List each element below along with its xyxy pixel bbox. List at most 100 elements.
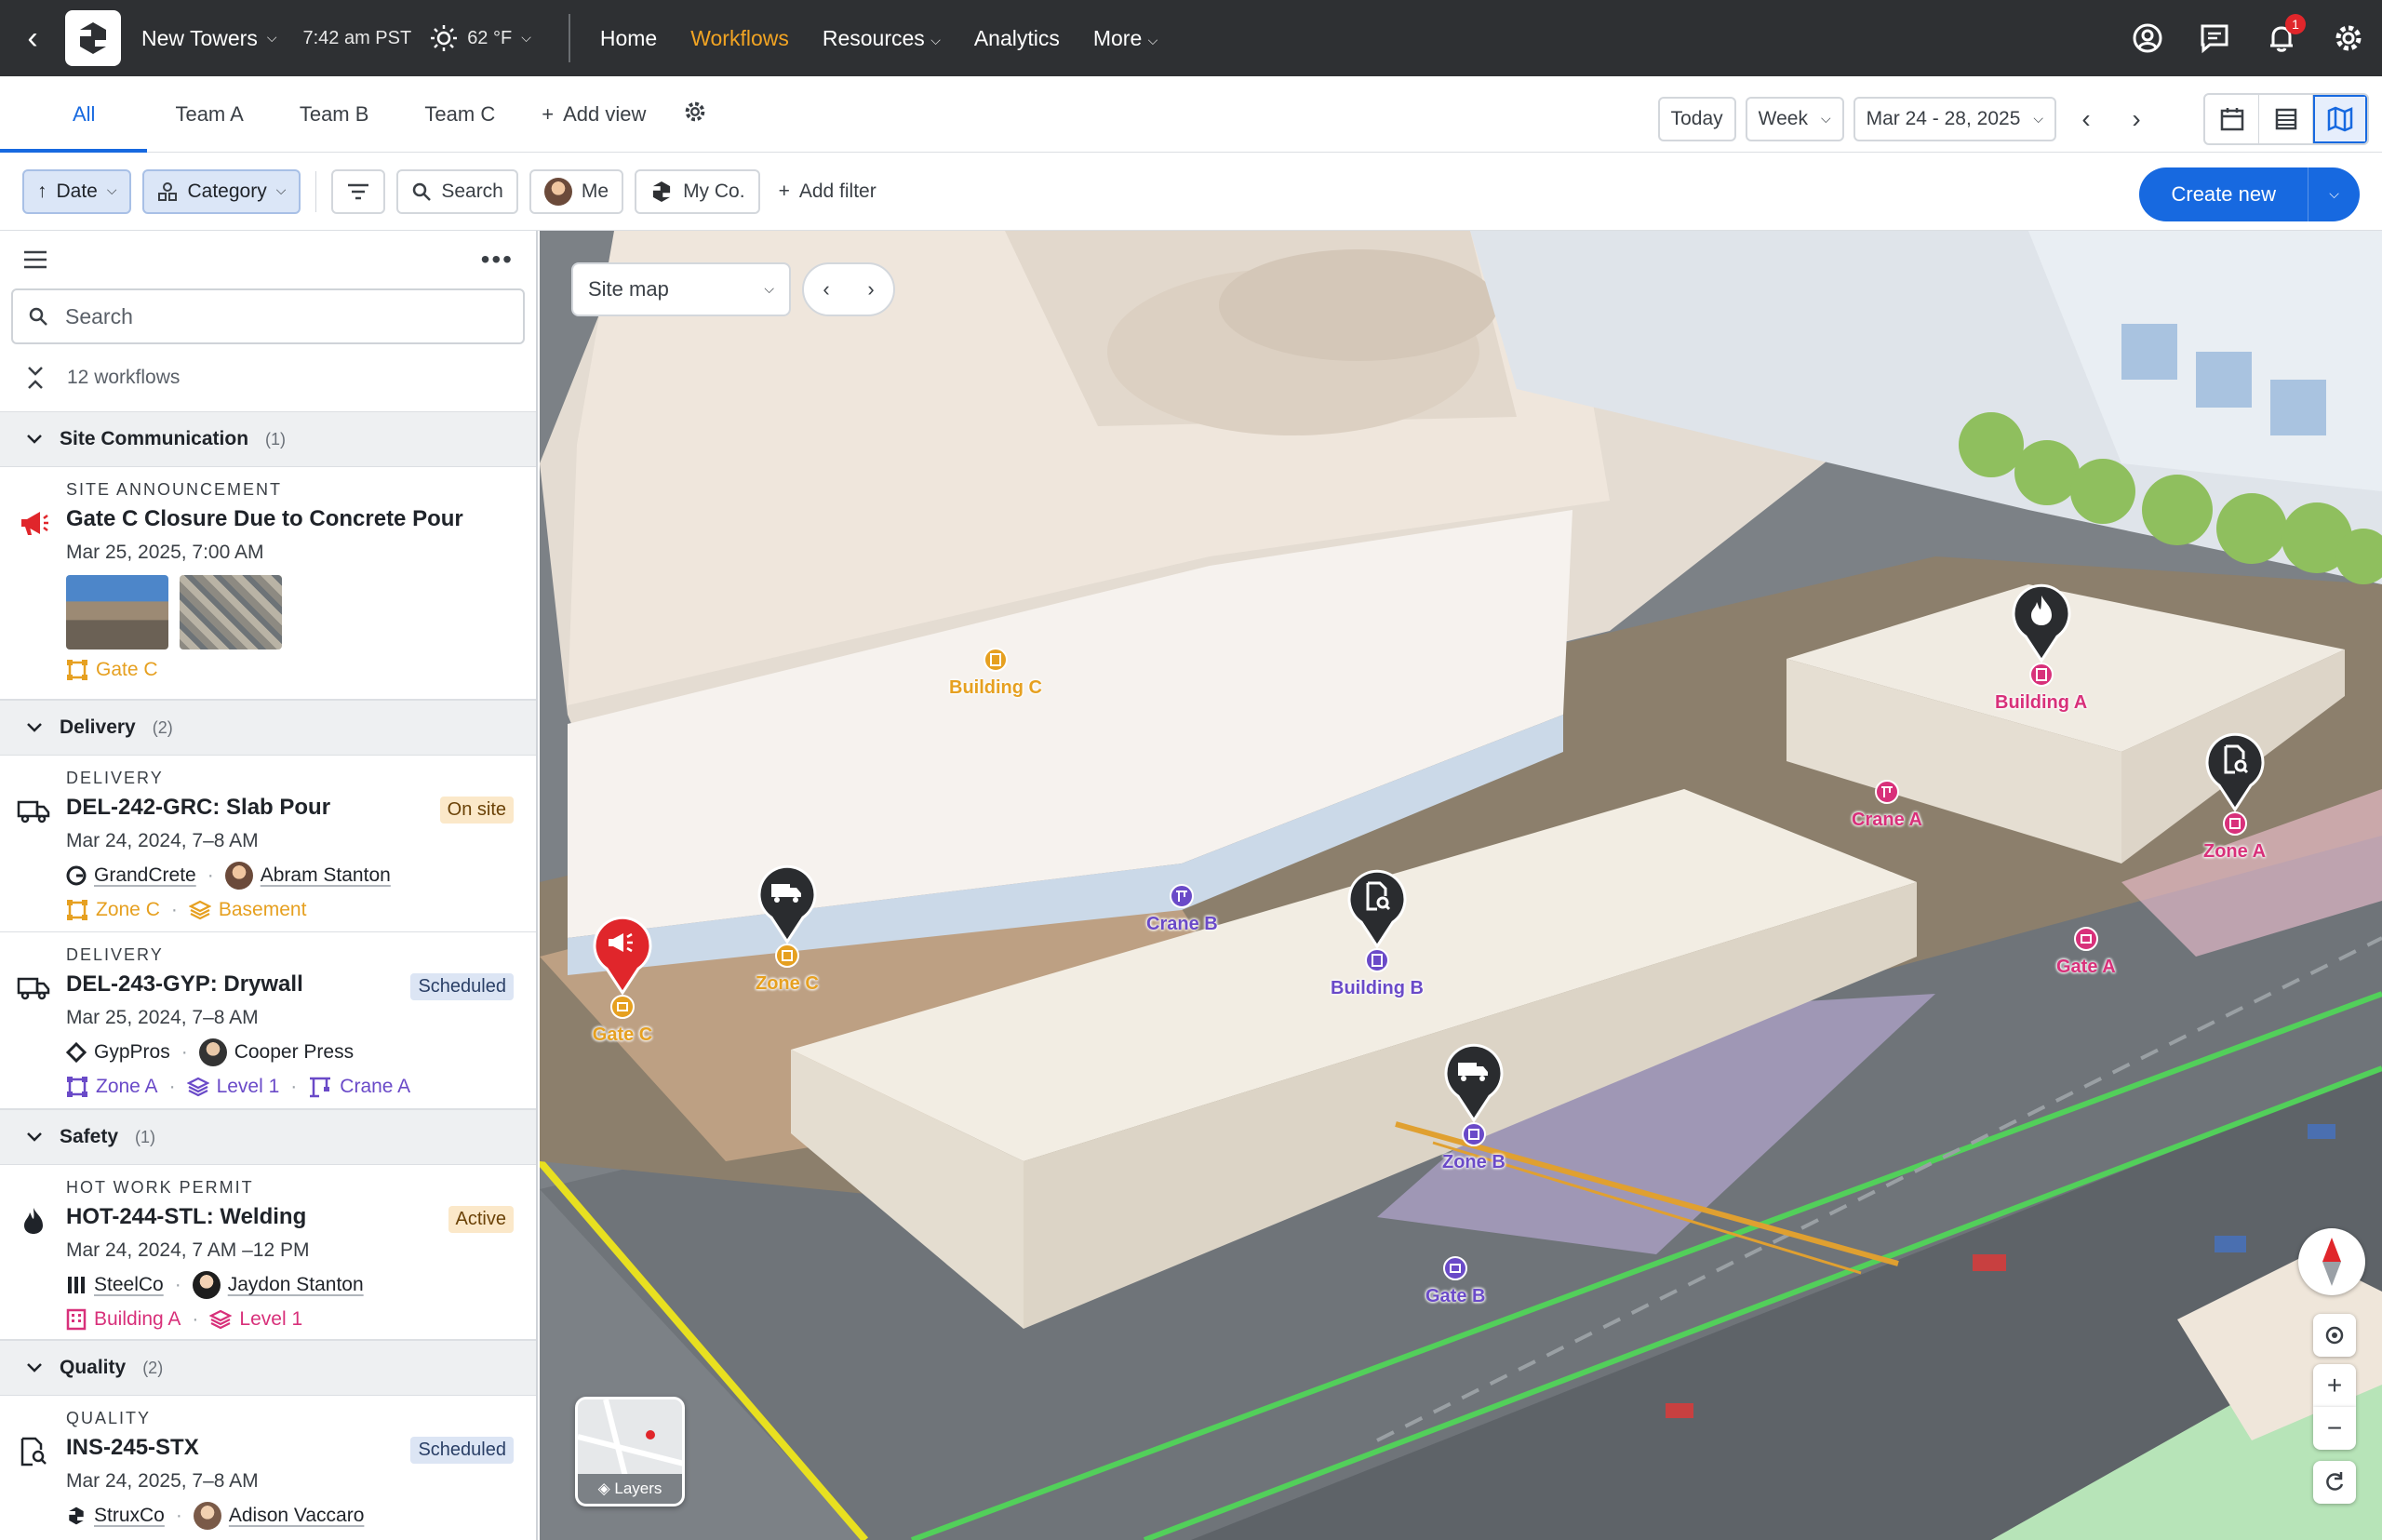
- marker-label: Building C: [949, 677, 1042, 698]
- filter-options-button[interactable]: [331, 168, 386, 214]
- company-link[interactable]: SteelCo: [94, 1274, 164, 1296]
- range-select[interactable]: Week ⌵: [1745, 97, 1844, 141]
- account-icon[interactable]: [2127, 18, 2168, 59]
- nav-more[interactable]: More ⌵: [1093, 26, 1158, 51]
- list-icon[interactable]: [2259, 95, 2313, 143]
- calendar-icon[interactable]: [2205, 95, 2259, 143]
- marker-building-a[interactable]: Building A: [1995, 583, 2087, 714]
- marker-label: Gate C: [592, 1024, 653, 1045]
- add-filter-button[interactable]: + Add filter: [779, 181, 877, 203]
- zoom-out-button[interactable]: −: [2313, 1407, 2356, 1450]
- list-item[interactable]: HOT WORK PERMIT HOT-244-STL: Welding Act…: [0, 1165, 536, 1340]
- marker-label: Building A: [1995, 692, 2088, 713]
- weather-selector[interactable]: 62 °F ⌵: [430, 24, 531, 52]
- chevron-down-icon: ⌵: [106, 182, 117, 197]
- group-delivery[interactable]: Delivery (2): [0, 700, 536, 756]
- date-controls: Today Week ⌵ Mar 24 - 28, 2025 ⌵ ‹ ›: [1657, 93, 2369, 145]
- company-filter[interactable]: My Co.: [635, 168, 760, 214]
- marker-zone-c[interactable]: Zone C: [756, 864, 819, 995]
- marker-gate-b[interactable]: Gate B: [1425, 1256, 1485, 1307]
- messages-icon[interactable]: [2194, 18, 2235, 59]
- app-logo[interactable]: [65, 10, 121, 66]
- marker-building-c[interactable]: Building C: [949, 648, 1042, 699]
- date-sort-filter[interactable]: ↑ Date ⌵: [22, 168, 132, 214]
- layers-button[interactable]: ◈ Layers: [575, 1397, 685, 1507]
- me-filter[interactable]: Me: [529, 168, 624, 214]
- marker-building-b[interactable]: Building B: [1331, 868, 1424, 999]
- next-icon[interactable]: ›: [867, 277, 874, 301]
- marker-crane-a[interactable]: Crane A: [1852, 780, 1922, 831]
- group-name: Safety: [60, 1126, 119, 1147]
- nav-analytics[interactable]: Analytics: [974, 26, 1060, 51]
- nav-workflows[interactable]: Workflows: [690, 26, 789, 51]
- list-item[interactable]: DELIVERY DEL-243-GYP: Drywall Scheduled …: [0, 932, 536, 1109]
- chevron-down-icon[interactable]: ⌵: [2308, 167, 2360, 221]
- location-label: Gate C: [96, 659, 158, 680]
- nav-home[interactable]: Home: [600, 26, 657, 51]
- search-filter-label: Search: [441, 180, 503, 202]
- marker-zone-a[interactable]: Zone A: [2203, 731, 2266, 863]
- search-filter[interactable]: Search: [396, 168, 518, 214]
- marker-label: Building B: [1331, 978, 1424, 998]
- group-site-communication[interactable]: Site Communication (1): [0, 411, 536, 467]
- tab-all[interactable]: All: [0, 76, 148, 153]
- plus-icon: +: [778, 180, 790, 202]
- locate-icon[interactable]: [2313, 1314, 2356, 1357]
- nav-resources[interactable]: Resources ⌵: [823, 26, 941, 51]
- reset-view-icon[interactable]: [2313, 1461, 2356, 1504]
- company-filter-label: My Co.: [683, 180, 745, 202]
- view-settings-icon[interactable]: [683, 100, 707, 129]
- back-icon[interactable]: ‹: [0, 20, 65, 57]
- site-map[interactable]: Site map ⌵ ‹ › Building C Building A Crane…: [540, 231, 2382, 1540]
- notifications-icon[interactable]: 1: [2261, 14, 2306, 59]
- company-link[interactable]: StruxCo: [94, 1505, 165, 1527]
- list-item[interactable]: SITE ANNOUNCEMENT Gate C Closure Due to …: [0, 467, 536, 700]
- more-options-icon[interactable]: •••: [481, 245, 514, 275]
- project-selector[interactable]: New Towers ⌵: [141, 26, 276, 51]
- item-date: Mar 24, 2024, 7–8 AM: [66, 830, 259, 851]
- previous-icon[interactable]: ‹: [823, 277, 829, 301]
- previous-icon[interactable]: ‹: [2066, 97, 2107, 141]
- person-link[interactable]: Jaydon Stanton: [228, 1274, 364, 1296]
- tab-team-b[interactable]: Team B: [272, 76, 397, 153]
- add-view-button[interactable]: + Add view: [542, 102, 646, 127]
- group-quality[interactable]: Quality (2): [0, 1340, 536, 1396]
- tab-team-a[interactable]: Team A: [147, 76, 271, 153]
- group-safety[interactable]: Safety (1): [0, 1109, 536, 1165]
- filter-bar: ↑ Date ⌵ Category ⌵ Search Me My Co. + Add f…: [0, 153, 2382, 231]
- list-item[interactable]: DELIVERY DEL-242-GRC: Slab Pour On site …: [0, 756, 536, 932]
- marker-label: Zone A: [2203, 841, 2267, 862]
- location-label: Crane A: [340, 1076, 411, 1097]
- create-new-button[interactable]: Create new ⌵: [2139, 167, 2360, 221]
- attachment-photo[interactable]: [66, 575, 168, 649]
- tab-team-c[interactable]: Team C: [396, 76, 523, 153]
- marker-zone-b[interactable]: Zone B: [1442, 1042, 1505, 1173]
- sidebar-search-input[interactable]: Search: [11, 288, 525, 344]
- map-icon[interactable]: [2313, 95, 2367, 143]
- marker-crane-b[interactable]: Crane B: [1146, 884, 1218, 935]
- next-icon[interactable]: ›: [2116, 97, 2157, 141]
- zoom-in-button[interactable]: +: [2313, 1364, 2356, 1407]
- attachment-photo[interactable]: [180, 575, 282, 649]
- item-kind: QUALITY: [66, 1409, 152, 1427]
- gear-icon[interactable]: [2328, 18, 2369, 59]
- person-name: Cooper Press: [234, 1041, 355, 1063]
- list-item[interactable]: QUALITY INS-245-STX Scheduled Mar 24, 20…: [0, 1396, 536, 1540]
- company-link[interactable]: GrandCrete: [94, 864, 196, 887]
- today-button[interactable]: Today: [1657, 97, 1736, 141]
- menu-icon[interactable]: [22, 249, 48, 270]
- compass-icon[interactable]: [2298, 1228, 2365, 1295]
- person-link[interactable]: Abram Stanton: [261, 864, 391, 887]
- date-range-select[interactable]: Mar 24 - 28, 2025 ⌵: [1853, 97, 2056, 141]
- marker-gate-a[interactable]: Gate A: [2056, 927, 2116, 978]
- building-icon: [983, 648, 1008, 672]
- person-link[interactable]: Adison Vaccaro: [229, 1505, 365, 1527]
- marker-gate-c[interactable]: Gate C: [592, 915, 653, 1046]
- marker-label: Zone C: [756, 973, 819, 994]
- map-view-select[interactable]: Site map ⌵: [571, 262, 791, 316]
- collapse-all-icon[interactable]: [26, 365, 45, 391]
- building-icon: [1364, 948, 1389, 972]
- category-group-filter[interactable]: Category ⌵: [142, 168, 301, 214]
- plus-icon: +: [542, 101, 555, 126]
- avatar: [193, 1502, 221, 1530]
